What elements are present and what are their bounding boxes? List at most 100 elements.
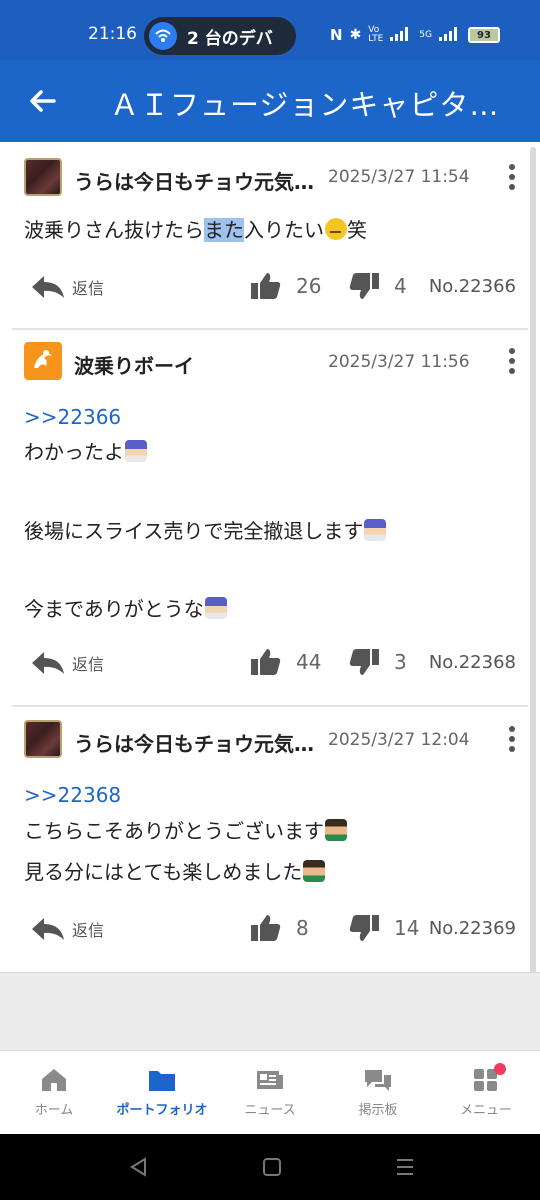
like-button[interactable]: 44 [250, 648, 321, 676]
post-body-line: 今までありがとうな [24, 593, 227, 622]
reply-arrow-icon [32, 276, 64, 298]
post-body-line: 見る分にはとても楽しめました [24, 856, 326, 885]
system-recents-icon[interactable] [394, 1156, 416, 1182]
post-actions: 返信 26 4 No.22366 [12, 272, 528, 306]
mage-icon [204, 597, 227, 619]
reply-anchor-link[interactable]: >>22366 [24, 405, 121, 429]
thumbs-up-icon [251, 915, 281, 941]
reply-label: 返信 [72, 279, 105, 298]
chat-icon [365, 1070, 391, 1091]
post-body-line: わかったよ [24, 436, 147, 465]
reply-label: 返信 [72, 921, 105, 940]
pill-label: 2 台のデバ [187, 28, 273, 49]
reply-button[interactable]: 返信 [30, 916, 104, 942]
battery-level: 93 [477, 29, 491, 41]
reply-arrow-icon [32, 652, 64, 674]
battery-icon: 93 [467, 27, 500, 43]
dislike-count: 4 [394, 274, 407, 298]
post-number[interactable]: No.22368 [429, 652, 516, 673]
thumbs-up-icon [251, 649, 281, 675]
list-end-area [0, 972, 540, 1050]
avatar[interactable] [24, 720, 62, 758]
bottom-navigation: ホーム ポートフォリオ ニュース 掲示板 メニュー [0, 1050, 540, 1134]
post-body-line: 後場にスライス売りで完全撤退します [24, 515, 387, 544]
like-count: 44 [296, 650, 322, 674]
more-options-icon[interactable] [506, 726, 518, 752]
surfer-logo-icon [34, 350, 52, 368]
dislike-button[interactable]: 3 [348, 648, 407, 676]
notification-dot [494, 1063, 506, 1075]
post-22368: 波乗りボーイ 2025/3/27 11:56 >>22366 わかったよ 後場に… [12, 330, 528, 708]
app-bar: ＡＩフュージョンキャピタルグループ [0, 60, 540, 142]
nav-menu[interactable]: メニュー [432, 1051, 540, 1134]
post-divider [12, 705, 528, 707]
signal-icon [390, 26, 412, 44]
like-button[interactable]: 26 [250, 272, 321, 300]
nfc-icon: N [330, 26, 343, 44]
signal-icon-2 [438, 26, 461, 44]
like-count: 26 [296, 274, 322, 298]
like-button[interactable]: 8 [250, 914, 309, 942]
reply-button[interactable]: 返信 [30, 274, 104, 300]
avatar[interactable] [24, 342, 62, 380]
post-22366: うらは今日もチョウ元気です 2025/3/27 11:54 波乗りさん抜けたらま… [12, 142, 528, 330]
news-icon [257, 1071, 283, 1089]
bowing-person-icon [303, 860, 326, 882]
bowing-person-icon [325, 819, 347, 841]
clock: 21:16 [88, 24, 137, 44]
system-back-icon[interactable] [128, 1156, 150, 1182]
post-actions: 返信 44 3 No.22368 [12, 648, 528, 682]
post-date: 2025/3/27 12:04 [328, 730, 470, 750]
reply-button[interactable]: 返信 [30, 650, 104, 676]
folder-icon [149, 1071, 175, 1091]
reply-label: 返信 [72, 655, 105, 674]
post-date: 2025/3/27 11:54 [328, 167, 470, 187]
more-options-icon[interactable] [506, 348, 518, 374]
post-22369: うらは今日もチョウ元気です 2025/3/27 12:04 >>22368 こち… [12, 708, 528, 972]
bluetooth-icon: ✱ [349, 27, 362, 43]
wifi-share-icon [149, 22, 177, 50]
nav-portfolio[interactable]: ポートフォリオ [108, 1051, 216, 1134]
thumbs-down-icon [349, 649, 379, 675]
unamused-face-icon [325, 218, 347, 240]
thumbs-down-icon [349, 273, 379, 299]
network-type: 5G [419, 30, 432, 40]
scrollbar[interactable] [530, 147, 536, 1009]
mage-icon [125, 440, 147, 462]
reply-anchor-link[interactable]: >>22368 [24, 783, 121, 807]
nav-home[interactable]: ホーム [0, 1051, 108, 1134]
post-username[interactable]: 波乗りボーイ [74, 350, 194, 379]
system-home-icon[interactable] [261, 1156, 283, 1182]
post-actions: 返信 8 14 No.22369 [12, 914, 528, 948]
post-username[interactable]: うらは今日もチョウ元気です [74, 728, 322, 757]
nav-label: ポートフォリオ [116, 1103, 208, 1118]
nav-label: 掲示板 [358, 1103, 398, 1118]
post-number[interactable]: No.22366 [429, 276, 516, 297]
thumbs-up-icon [251, 273, 281, 299]
dislike-button[interactable]: 14 [348, 914, 419, 942]
post-body: 波乗りさん抜けたらまた入りたい笑 [24, 218, 367, 242]
system-navigation-bar [0, 1134, 540, 1200]
nav-board[interactable]: 掲示板 [324, 1051, 432, 1134]
dislike-count: 3 [394, 650, 407, 674]
post-number[interactable]: No.22369 [429, 918, 516, 939]
volte-icon: Vo LTE [368, 25, 384, 44]
more-options-icon[interactable] [506, 164, 518, 190]
mage-icon [364, 519, 387, 541]
page-title: ＡＩフュージョンキャピタルグループ [110, 88, 522, 122]
post-body-line: こちらこそありがとうございます [24, 815, 347, 844]
back-arrow-icon[interactable] [26, 84, 60, 118]
nav-label: ニュース [244, 1103, 296, 1118]
like-count: 8 [296, 916, 309, 940]
thumbs-down-icon [349, 915, 379, 941]
dislike-button[interactable]: 4 [348, 272, 407, 300]
post-username[interactable]: うらは今日もチョウ元気です [74, 166, 322, 195]
status-bar: 21:16 2 台のデバ N ✱ Vo LTE 5G 93 [0, 0, 540, 60]
device-sharing-pill[interactable]: 2 台のデバ [144, 17, 296, 55]
reply-arrow-icon [32, 918, 64, 940]
nav-news[interactable]: ニュース [216, 1051, 324, 1134]
nav-label: メニュー [459, 1103, 512, 1118]
system-icons: N ✱ Vo LTE 5G 93 [330, 26, 500, 44]
avatar[interactable] [24, 158, 62, 196]
dislike-count: 14 [394, 916, 420, 940]
